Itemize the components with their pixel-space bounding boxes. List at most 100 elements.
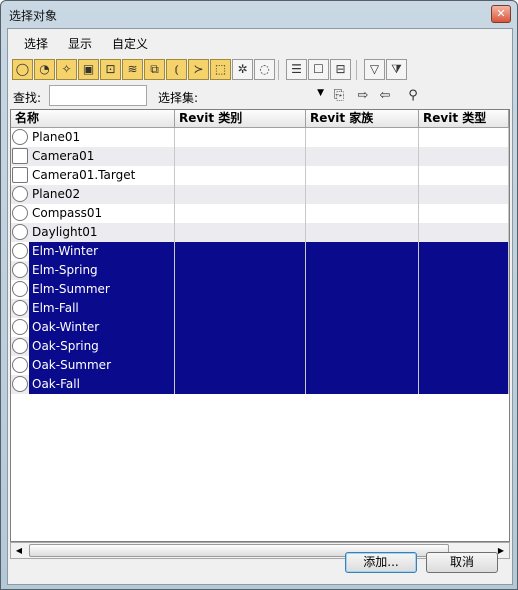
object-name-cell: Oak-Summer <box>29 356 175 375</box>
xrefs-filter-button[interactable]: ⦅ <box>166 59 187 80</box>
select-objects-dialog: 选择对象 ✕ 选择 显示 自定义 ◯ ◔ ✧ ▣ ⊡ ≋ ⧉ ⦅ ≻ ⬚ ✲ ◌ ☰ ☐ ⊟ ▽ ⧩ 查找: 选… <box>0 0 518 590</box>
object-name-cell: Elm-Fall <box>29 299 175 318</box>
revit-type-cell <box>419 166 509 185</box>
table-row[interactable]: Plane02 <box>11 185 509 204</box>
revit-category-cell <box>175 337 306 356</box>
add-selset-icon[interactable]: ⇨ <box>352 85 374 107</box>
select-dependents-icon[interactable]: ⚲ <box>402 85 424 107</box>
frozen-filter-button[interactable]: ✲ <box>232 59 253 80</box>
revit-family-cell <box>306 261 419 280</box>
groups-icon: ⧉ <box>150 62 159 76</box>
cameras-filter-button[interactable]: ▣ <box>78 59 99 80</box>
revit-family-cell <box>306 242 419 261</box>
column-revit-family[interactable]: Revit 家族 <box>306 110 419 128</box>
revit-category-cell <box>175 261 306 280</box>
chevron-down-icon: ▼ <box>317 88 324 98</box>
list-header: 名称 Revit 类别 Revit 家族 Revit 类型 <box>11 110 509 128</box>
lights-icon: ✧ <box>61 62 72 76</box>
revit-type-cell <box>419 147 509 166</box>
revit-type-cell <box>419 204 509 223</box>
bones-filter-button[interactable]: ≻ <box>188 59 209 80</box>
geometry-icon <box>12 376 28 392</box>
table-row[interactable]: Elm-Fall <box>11 299 509 318</box>
scroll-left-icon[interactable]: ◀ <box>11 543 27 558</box>
geometry-filter-button[interactable]: ◯ <box>12 59 33 80</box>
geometry-icon <box>12 186 28 202</box>
title-bar: 选择对象 ✕ <box>1 1 517 27</box>
revit-family-cell <box>306 375 419 394</box>
object-name-cell: Elm-Spring <box>29 261 175 280</box>
table-row[interactable]: Plane01 <box>11 128 509 147</box>
selection-set-dropdown[interactable]: ▼ <box>204 85 326 106</box>
table-row[interactable]: Oak-Summer <box>11 356 509 375</box>
cameras-icon: ▣ <box>82 62 95 76</box>
table-row[interactable]: Oak-Spring <box>11 337 509 356</box>
filter-filter-button[interactable]: ▽ <box>364 59 385 80</box>
revit-family-cell <box>306 166 419 185</box>
cancel-button[interactable]: 取消 <box>426 552 498 573</box>
find-input[interactable] <box>49 85 147 106</box>
list-invert-filter-button[interactable]: ⊟ <box>330 59 351 80</box>
table-row[interactable]: Elm-Winter <box>11 242 509 261</box>
revit-category-cell <box>175 242 306 261</box>
table-row[interactable]: Compass01 <box>11 204 509 223</box>
group-icon <box>12 224 28 240</box>
helpers-icon: ⊡ <box>105 62 116 76</box>
revit-category-cell <box>175 147 306 166</box>
create-selset-icon[interactable]: ⎘ <box>328 85 350 107</box>
close-button[interactable]: ✕ <box>491 5 511 23</box>
filter-options-filter-button[interactable]: ⧩ <box>386 59 407 80</box>
revit-family-cell <box>306 280 419 299</box>
column-name[interactable]: 名称 <box>11 110 175 128</box>
menu-customize[interactable]: 自定义 <box>112 35 148 52</box>
menu-display[interactable]: 显示 <box>68 35 92 52</box>
geometry-icon <box>12 300 28 316</box>
hidden-filter-button[interactable]: ◌ <box>254 59 275 80</box>
table-row[interactable]: Daylight01 <box>11 223 509 242</box>
lights-filter-button[interactable]: ✧ <box>56 59 77 80</box>
menu-select[interactable]: 选择 <box>24 35 48 52</box>
space-warps-filter-button[interactable]: ≋ <box>122 59 143 80</box>
list-all-filter-button[interactable]: ☰ <box>286 59 307 80</box>
revit-family-cell <box>306 318 419 337</box>
shapes-icon: ◔ <box>39 62 50 76</box>
table-row[interactable]: Elm-Spring <box>11 261 509 280</box>
groups-filter-button[interactable]: ⧉ <box>144 59 165 80</box>
object-list[interactable]: 名称 Revit 类别 Revit 家族 Revit 类型 Plane01 Cam… <box>10 109 510 542</box>
shapes-filter-button[interactable]: ◔ <box>34 59 55 80</box>
object-name-cell: Elm-Summer <box>29 280 175 299</box>
table-row[interactable]: Oak-Winter <box>11 318 509 337</box>
object-name-cell: Plane01 <box>29 128 175 147</box>
window-title: 选择对象 <box>9 9 58 23</box>
find-bar: 查找: 选择集: ▼ ⎘ ⇨ ⇦ ⚲ <box>8 83 512 109</box>
revit-family-cell <box>306 204 419 223</box>
remove-selset-icon[interactable]: ⇦ <box>374 85 396 107</box>
table-row[interactable]: Camera01.Target <box>11 166 509 185</box>
add-button[interactable]: 添加... <box>345 552 417 573</box>
revit-type-cell <box>419 356 509 375</box>
revit-type-cell <box>419 185 509 204</box>
geometry-icon <box>12 243 28 259</box>
filter-icon: ▽ <box>369 62 380 76</box>
geometry-icon <box>12 281 28 297</box>
table-row[interactable]: Oak-Fall <box>11 375 509 394</box>
toolbar-separator <box>356 60 357 80</box>
containers-filter-button[interactable]: ⬚ <box>210 59 231 80</box>
camera-target-icon <box>12 167 28 183</box>
revit-type-cell <box>419 280 509 299</box>
list-all-icon: ☰ <box>291 62 302 76</box>
revit-family-cell <box>306 128 419 147</box>
column-revit-type[interactable]: Revit 类型 <box>419 110 509 128</box>
table-row[interactable]: Camera01 <box>11 147 509 166</box>
frozen-icon: ✲ <box>237 62 248 76</box>
geometry-icon <box>12 338 28 354</box>
object-name-cell: Daylight01 <box>29 223 175 242</box>
table-row[interactable]: Elm-Summer <box>11 280 509 299</box>
list-none-filter-button[interactable]: ☐ <box>308 59 329 80</box>
object-name-cell: Oak-Fall <box>29 375 175 394</box>
revit-type-cell <box>419 261 509 280</box>
column-revit-category[interactable]: Revit 类别 <box>175 110 306 128</box>
object-name-cell: Compass01 <box>29 204 175 223</box>
filter-toolbar: ◯ ◔ ✧ ▣ ⊡ ≋ ⧉ ⦅ ≻ ⬚ ✲ ◌ ☰ ☐ ⊟ ▽ ⧩ <box>12 59 512 81</box>
helpers-filter-button[interactable]: ⊡ <box>100 59 121 80</box>
